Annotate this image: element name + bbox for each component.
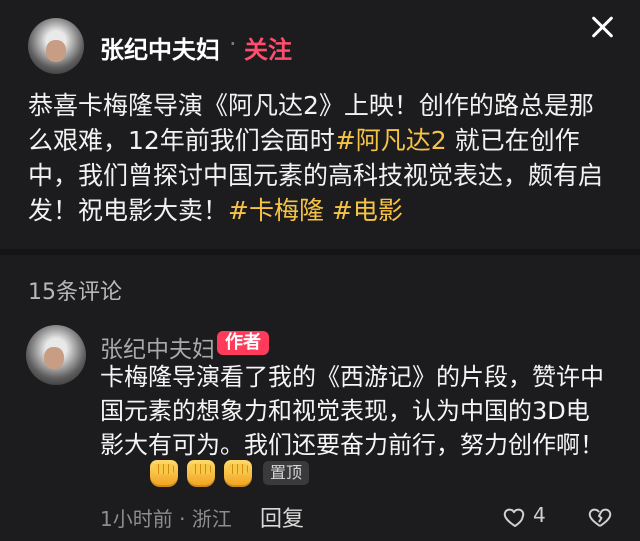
clenched-fist-emoji (150, 460, 178, 487)
author-badge: 作者 (217, 331, 269, 355)
clenched-fist-emoji (224, 460, 252, 487)
comment-count: 15条评论 (28, 280, 122, 305)
comment-author-avatar[interactable] (26, 325, 86, 385)
hashtag-avatar2[interactable]: #阿凡达2 (335, 126, 447, 155)
reply-button[interactable]: 回复 (260, 501, 304, 533)
emoji-group (150, 458, 260, 490)
post-author-name[interactable]: 张纪中夫妇 (100, 30, 220, 65)
post-body: 恭喜卡梅隆导演《阿凡达2》上映！创作的路总是那么艰难，12年前我们会面时#阿凡达… (28, 88, 616, 228)
post-author-avatar[interactable] (28, 18, 84, 74)
like-count: 4 (533, 503, 546, 527)
hashtag-cameron[interactable]: #卡梅隆 (228, 196, 324, 225)
follow-button[interactable]: 关注 (244, 30, 292, 65)
pinned-badge: 置顶 (263, 461, 310, 485)
comment-author-name[interactable]: 张纪中夫妇 (100, 330, 215, 364)
heart-icon[interactable] (503, 505, 527, 529)
hashtag-movie[interactable]: #电影 (332, 196, 403, 225)
section-divider (0, 249, 640, 255)
close-icon[interactable] (590, 14, 614, 38)
comment-body: 卡梅隆导演看了我的《西游记》的片段，赞许中国元素的想象力和视觉表现，认为中国的3… (100, 363, 604, 459)
broken-heart-icon[interactable] (588, 505, 612, 529)
comment-meta: 1小时前 · 浙江 (100, 507, 232, 531)
name-separator: · (229, 30, 237, 58)
clenched-fist-emoji (187, 460, 215, 487)
